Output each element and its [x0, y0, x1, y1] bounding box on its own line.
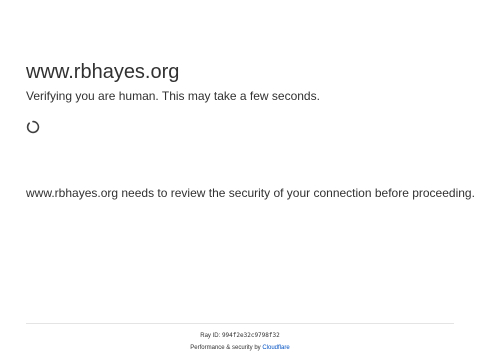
footer-divider — [26, 323, 454, 324]
cloudflare-link[interactable]: Cloudflare — [262, 345, 289, 351]
challenge-page: www.rbhayes.org Verifying you are human.… — [0, 0, 480, 360]
ray-id-label: Ray ID: — [200, 333, 221, 339]
performance-security-line: Performance & security by Cloudflare — [0, 344, 480, 352]
ray-id: Ray ID: 994f2e32c9798f32 — [0, 332, 480, 340]
ray-id-value: 994f2e32c9798f32 — [221, 332, 280, 339]
page-title: www.rbhayes.org — [26, 61, 180, 83]
loading-spinner-icon — [26, 120, 40, 134]
verifying-message: Verifying you are human. This may take a… — [26, 89, 320, 103]
security-review-message: www.rbhayes.org needs to review the secu… — [26, 186, 475, 200]
performance-label: Performance & security by — [190, 345, 261, 351]
